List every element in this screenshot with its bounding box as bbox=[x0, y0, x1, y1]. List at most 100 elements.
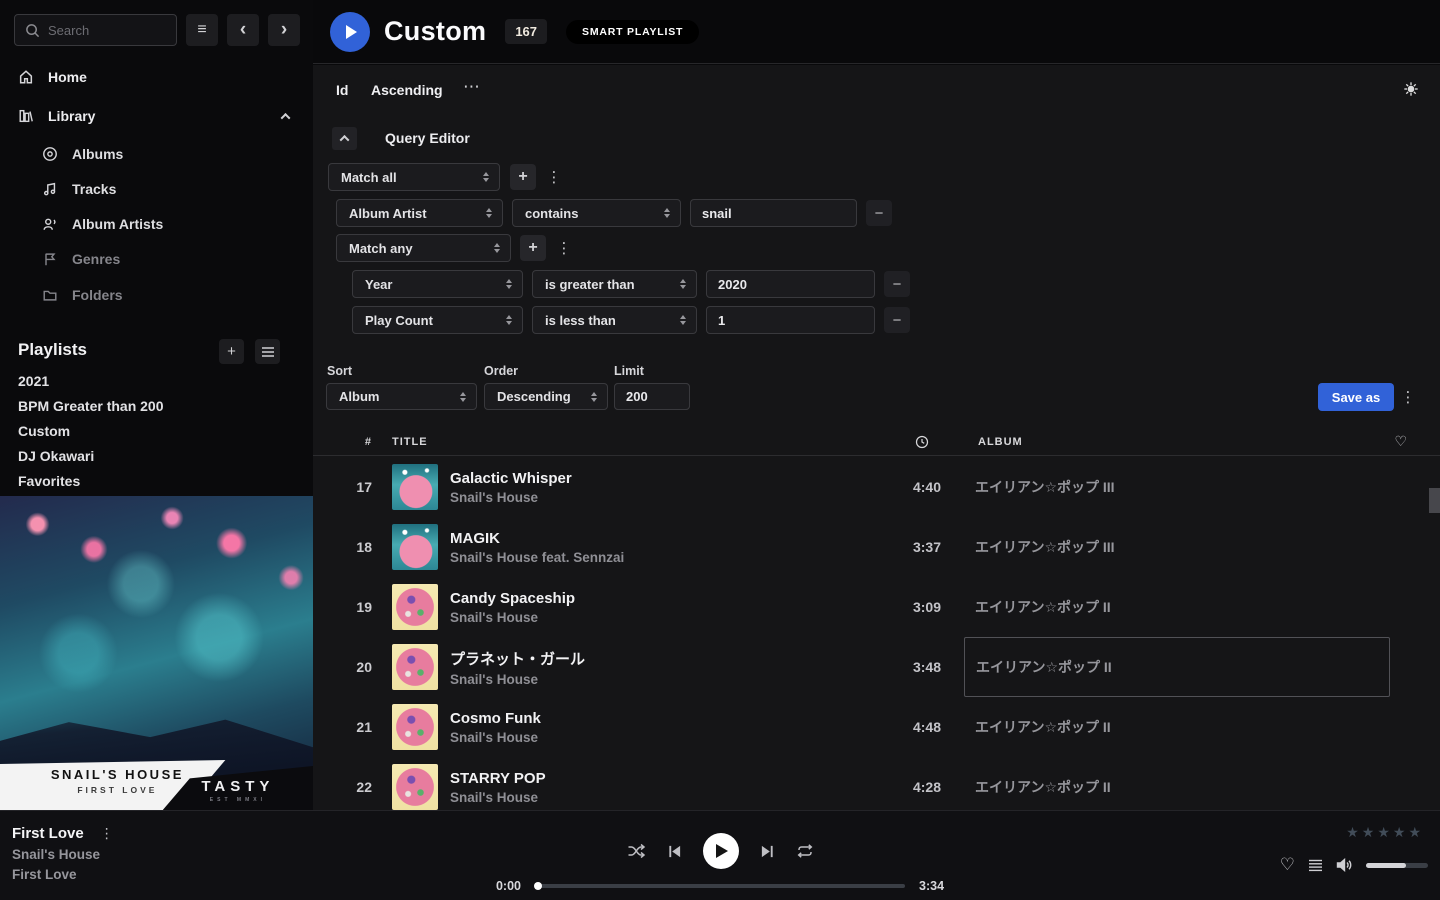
column-header-album[interactable]: ALBUM bbox=[978, 436, 1023, 448]
table-row[interactable]: 22 STARRY POPSnail's House 4:28 エイリアン☆ポッ… bbox=[313, 757, 1440, 810]
sidebar-item-label: Tracks bbox=[72, 181, 116, 197]
playlist-item-custom[interactable]: Custom bbox=[18, 423, 268, 443]
seek-handle[interactable] bbox=[534, 882, 542, 890]
table-row[interactable]: 20 プラネット・ガールSnail's House 3:48 エイリアン☆ポップ… bbox=[313, 637, 1440, 697]
select-chevrons-icon bbox=[483, 172, 489, 182]
track-title: Candy Spaceship bbox=[450, 590, 575, 607]
root-match-select[interactable]: Match all bbox=[328, 163, 500, 191]
playlist-item-dj-okawari[interactable]: DJ Okawari bbox=[18, 448, 268, 468]
playlist-list-button[interactable] bbox=[255, 339, 280, 364]
track-artist: Snail's House bbox=[450, 610, 575, 625]
play-icon bbox=[346, 25, 357, 39]
sort-direction-button[interactable]: Ascending bbox=[371, 82, 443, 98]
group-menu-button[interactable]: ⋮ bbox=[546, 164, 562, 190]
rule-operator-select[interactable]: contains bbox=[512, 199, 681, 227]
table-row[interactable]: 18 MAGIKSnail's House feat. Sennzai 3:37… bbox=[313, 517, 1440, 577]
table-row[interactable]: 21 Cosmo FunkSnail's House 4:48 エイリアン☆ポッ… bbox=[313, 697, 1440, 757]
flag-icon bbox=[42, 251, 58, 267]
sort-select[interactable]: Album bbox=[326, 383, 477, 410]
rule-operator-select[interactable]: is less than bbox=[532, 306, 697, 334]
play-pause-button[interactable] bbox=[703, 833, 739, 869]
track-album-focused-cell[interactable]: エイリアン☆ポップ II bbox=[964, 637, 1390, 697]
track-number: 21 bbox=[338, 719, 372, 735]
favorite-button[interactable]: ♡ bbox=[1280, 855, 1295, 875]
rule-field-select[interactable]: Album Artist bbox=[336, 199, 503, 227]
group-match-select[interactable]: Match any bbox=[336, 234, 511, 262]
favorite-heart-icon[interactable]: ♡ bbox=[1394, 433, 1408, 450]
settings-gear-icon[interactable] bbox=[1403, 81, 1419, 97]
more-options-button[interactable]: ⋯ bbox=[463, 77, 481, 97]
table-row[interactable]: 17 Galactic WhisperSnail's House 4:40 エイ… bbox=[313, 457, 1440, 517]
rule-field-select[interactable]: Play Count bbox=[352, 306, 523, 334]
remove-rule-button[interactable]: − bbox=[884, 271, 910, 297]
now-playing-cover-art[interactable]: SNAIL'S HOUSE FIRST LOVE TASTY EST MMXI bbox=[0, 496, 313, 810]
plus-icon: + bbox=[518, 168, 527, 186]
seek-slider[interactable] bbox=[535, 884, 905, 888]
save-menu-button[interactable]: ⋮ bbox=[1400, 384, 1416, 410]
rule-field-select[interactable]: Year bbox=[352, 270, 523, 298]
track-title: プラネット・ガール bbox=[450, 648, 585, 669]
table-row[interactable]: 19 Candy SpaceshipSnail's House 3:09 エイリ… bbox=[313, 577, 1440, 637]
track-duration: 4:40 bbox=[881, 479, 941, 495]
rating-stars[interactable]: ★★★★★ bbox=[1346, 824, 1424, 841]
sidebar-item-tracks[interactable]: Tracks bbox=[0, 177, 313, 201]
minus-icon: − bbox=[893, 312, 902, 329]
sidebar-item-album-artists[interactable]: Album Artists bbox=[0, 212, 313, 236]
group-menu-button[interactable]: ⋮ bbox=[556, 235, 572, 261]
search-input-wrap[interactable] bbox=[14, 14, 177, 46]
rule-value-input[interactable] bbox=[706, 306, 875, 334]
back-button[interactable]: ‹ bbox=[227, 14, 259, 46]
main-panel: Custom 167 SMART PLAYLIST Id Ascending ⋯… bbox=[313, 0, 1440, 810]
limit-input[interactable] bbox=[614, 383, 690, 410]
sidebar-item-genres[interactable]: Genres bbox=[0, 247, 313, 271]
rule-value-input[interactable] bbox=[706, 270, 875, 298]
playlist-item-2021[interactable]: 2021 bbox=[18, 373, 268, 393]
add-playlist-button[interactable]: + bbox=[219, 339, 244, 364]
rule-value-input[interactable] bbox=[690, 199, 857, 227]
play-playlist-button[interactable] bbox=[330, 12, 370, 52]
sidebar-item-home[interactable]: Home bbox=[0, 65, 313, 89]
repeat-button[interactable] bbox=[796, 843, 814, 859]
duration-clock-icon[interactable] bbox=[915, 435, 929, 449]
add-rule-button[interactable]: + bbox=[510, 164, 536, 190]
seek-area: 0:00 3:34 bbox=[0, 879, 1440, 893]
select-chevrons-icon bbox=[486, 208, 492, 218]
rule-operator-select[interactable]: is greater than bbox=[532, 270, 697, 298]
volume-slider[interactable] bbox=[1366, 863, 1428, 868]
column-header-title[interactable]: TITLE bbox=[392, 436, 428, 448]
track-artist: Snail's House bbox=[450, 730, 541, 745]
select-value: is less than bbox=[545, 313, 616, 328]
volume-mute-button[interactable] bbox=[1336, 858, 1353, 872]
collapse-chevron-icon[interactable] bbox=[281, 112, 291, 122]
previous-track-button[interactable] bbox=[667, 844, 682, 859]
search-icon bbox=[25, 23, 40, 38]
transport-controls bbox=[0, 833, 1440, 869]
remove-rule-button[interactable]: − bbox=[866, 200, 892, 226]
scrollbar-thumb[interactable] bbox=[1429, 488, 1440, 513]
sidebar-item-folders[interactable]: Folders bbox=[0, 283, 313, 307]
queue-button[interactable] bbox=[1308, 859, 1323, 872]
forward-button[interactable]: › bbox=[268, 14, 300, 46]
sidebar-item-label: Album Artists bbox=[72, 216, 163, 232]
list-icon bbox=[261, 346, 275, 358]
search-input[interactable] bbox=[48, 23, 166, 38]
add-rule-button[interactable]: + bbox=[520, 235, 546, 261]
save-as-button[interactable]: Save as bbox=[1318, 383, 1394, 411]
remove-rule-button[interactable]: − bbox=[884, 307, 910, 333]
sort-field-button[interactable]: Id bbox=[336, 82, 348, 98]
music-note-icon bbox=[42, 181, 58, 197]
playlist-item-favorites[interactable]: Favorites bbox=[18, 473, 268, 493]
album-art-thumbnail bbox=[392, 644, 438, 690]
column-header-number[interactable]: # bbox=[338, 436, 372, 448]
order-label: Order bbox=[484, 364, 518, 378]
menu-button[interactable]: ≡ bbox=[186, 14, 218, 46]
sidebar-item-albums[interactable]: Albums bbox=[0, 142, 313, 166]
track-artist: Snail's House bbox=[450, 672, 585, 687]
shuffle-button[interactable] bbox=[627, 843, 646, 859]
next-track-button[interactable] bbox=[760, 844, 775, 859]
playlist-item-bpm[interactable]: BPM Greater than 200 bbox=[18, 398, 268, 418]
track-number: 18 bbox=[338, 539, 372, 555]
sidebar-item-library[interactable]: Library bbox=[0, 104, 313, 128]
query-editor-collapse-button[interactable] bbox=[332, 127, 357, 150]
order-select[interactable]: Descending bbox=[484, 383, 608, 410]
